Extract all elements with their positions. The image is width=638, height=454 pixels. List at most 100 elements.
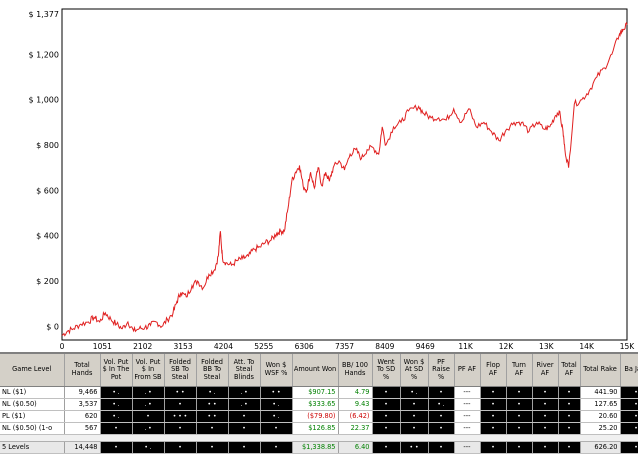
- masked-cell: •: [100, 422, 133, 435]
- col-header[interactable]: BB/ 100 Hands: [338, 354, 373, 387]
- masked-cell: •: [372, 441, 401, 454]
- table-row[interactable]: NL ($0.50) (1-o 567 • . • • • • • $126.8…: [0, 422, 638, 435]
- y-tick-label: $ 1,377: [28, 10, 59, 19]
- amount-won-cell: $126.85: [292, 422, 339, 435]
- col-header[interactable]: Won $ At SD %: [400, 354, 429, 387]
- masked-cell: •: [480, 410, 507, 423]
- y-tick-label: $ 800: [36, 141, 59, 150]
- masked-cell: •: [428, 422, 455, 435]
- x-tick-label: 2102: [133, 342, 152, 351]
- col-header[interactable]: Folded SB To Steal: [164, 354, 197, 387]
- total-rake-cell: 441.90: [580, 386, 621, 399]
- masked-cell: •: [400, 422, 429, 435]
- bb-per-100-cell: 9.43: [338, 398, 373, 411]
- col-header[interactable]: Went To SD %: [372, 354, 401, 387]
- masked-cell: • .: [260, 398, 293, 411]
- table-row[interactable]: NL ($1) 9,466 • . . • • • • . . • • • $9…: [0, 386, 638, 399]
- pf-af-cell: ---: [454, 410, 481, 423]
- y-tick-label: $ 600: [36, 186, 59, 195]
- masked-cell: •: [372, 398, 401, 411]
- masked-cell: • .: [260, 410, 293, 423]
- masked-cell: •: [506, 398, 533, 411]
- masked-cell: •: [428, 410, 455, 423]
- x-tick-label: 0: [60, 342, 65, 351]
- totals-row[interactable]: 5 Levels 14,448 • • . • • • • $1,338.85 …: [0, 441, 638, 454]
- masked-cell: •: [620, 422, 638, 435]
- masked-cell: • •: [260, 386, 293, 399]
- masked-cell: •: [506, 422, 533, 435]
- col-header[interactable]: Flop AF: [480, 354, 507, 387]
- col-header[interactable]: Vol. Put $ In The Pot: [100, 354, 133, 387]
- game-level-cell: PL ($1): [0, 410, 65, 423]
- table-row[interactable]: PL ($1) 620 • . • • • • • • • • . ($79.8…: [0, 410, 638, 423]
- col-header[interactable]: PF Raise %: [428, 354, 455, 387]
- masked-cell: •: [132, 410, 165, 423]
- amount-won-cell: $1,338.85: [292, 441, 339, 454]
- x-tick-label: 4204: [214, 342, 233, 351]
- masked-cell: • •: [196, 398, 229, 411]
- masked-cell: •: [480, 386, 507, 399]
- masked-cell: •: [558, 422, 581, 435]
- masked-cell: • .: [100, 398, 133, 411]
- masked-cell: • .: [400, 386, 429, 399]
- masked-cell: •: [532, 422, 559, 435]
- plot-area: [61, 8, 628, 341]
- masked-cell: • .: [132, 441, 165, 454]
- col-header[interactable]: PF AF: [454, 354, 481, 387]
- masked-cell: •: [620, 410, 638, 423]
- masked-cell: • .: [196, 386, 229, 399]
- masked-cell: •: [260, 441, 293, 454]
- y-tick-label: $ 200: [36, 277, 59, 286]
- col-header[interactable]: Game Level: [0, 354, 65, 387]
- col-header[interactable]: Folded BB To Steal: [196, 354, 229, 387]
- pf-af-cell: ---: [454, 386, 481, 399]
- col-header[interactable]: Total AF: [558, 354, 581, 387]
- masked-cell: •: [372, 386, 401, 399]
- masked-cell: •: [506, 410, 533, 423]
- total-hands-cell: 567: [64, 422, 101, 435]
- masked-cell: •: [558, 398, 581, 411]
- profit-line-chart: 0 1051 2102 3153 4204 5255 6306 7357 8409 9469 11K…: [28, 8, 636, 351]
- bb-per-100-cell: 6.40: [338, 441, 373, 454]
- total-hands-cell: 14,448: [64, 441, 101, 454]
- total-hands-cell: 9,466: [64, 386, 101, 399]
- col-header[interactable]: Amount Won: [292, 354, 339, 387]
- amount-won-cell: $333.65: [292, 398, 339, 411]
- col-header[interactable]: Won $ WSF %: [260, 354, 293, 387]
- x-tick-label: 7357: [335, 342, 354, 351]
- x-tick-label: 12K: [499, 342, 515, 351]
- masked-cell: •: [480, 398, 507, 411]
- x-tick-label: 8409: [375, 342, 394, 351]
- masked-cell: •: [506, 441, 533, 454]
- stats-grid[interactable]: Game Level Total Hands Vol. Put $ In The…: [0, 352, 638, 454]
- x-tick-label: 13K: [539, 342, 555, 351]
- masked-cell: •: [532, 398, 559, 411]
- masked-cell: • .: [100, 410, 133, 423]
- masked-cell: •: [506, 386, 533, 399]
- col-header[interactable]: Att. To Steal Blinds: [228, 354, 261, 387]
- x-tick-label: 15K: [620, 342, 636, 351]
- x-tick-label: 9469: [416, 342, 435, 351]
- total-rake-cell: 20.60: [580, 410, 621, 423]
- col-header[interactable]: Total Rake: [580, 354, 621, 387]
- table-row[interactable]: NL ($0.50) 3,537 • . . • • • • . • • . $…: [0, 398, 638, 411]
- col-header[interactable]: River AF: [532, 354, 559, 387]
- masked-cell: •: [428, 441, 455, 454]
- masked-cell: • •: [196, 410, 229, 423]
- masked-cell: •: [400, 410, 429, 423]
- masked-cell: •: [196, 441, 229, 454]
- masked-cell: •: [532, 386, 559, 399]
- col-header[interactable]: Ba Ja C: [620, 354, 638, 387]
- col-header[interactable]: Total Hands: [64, 354, 101, 387]
- masked-cell: • • •: [164, 410, 197, 423]
- x-tick-label: 1051: [93, 342, 112, 351]
- col-header[interactable]: Vol. Put $ In From SB: [132, 354, 165, 387]
- masked-cell: •: [620, 441, 638, 454]
- y-tick-label: $ 400: [36, 232, 59, 241]
- masked-cell: •: [558, 410, 581, 423]
- profit-chart-panel: 0 1051 2102 3153 4204 5255 6306 7357 8409 9469 11K…: [0, 0, 638, 352]
- masked-cell: • .: [428, 398, 455, 411]
- masked-cell: • •: [400, 441, 429, 454]
- masked-cell: •: [164, 398, 197, 411]
- col-header[interactable]: Turn AF: [506, 354, 533, 387]
